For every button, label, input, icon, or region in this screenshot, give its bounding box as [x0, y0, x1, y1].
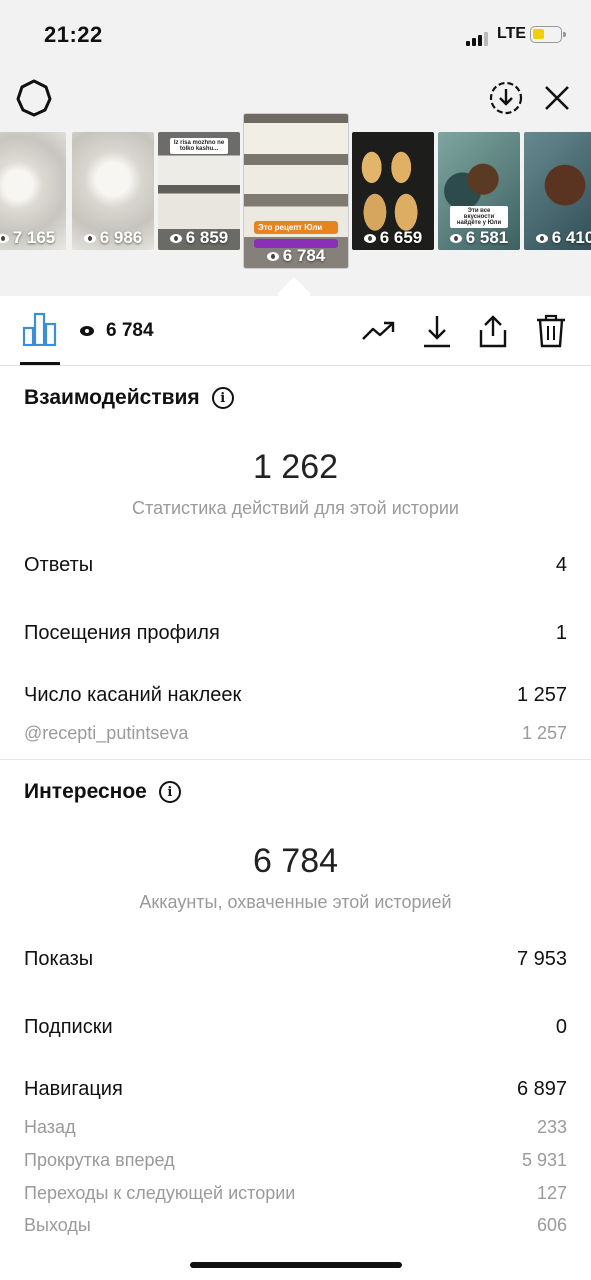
stat-row-sticker-taps: Число касаний наклеек 1 257	[24, 684, 567, 707]
stat-row-follows: Подписки 0	[24, 1016, 567, 1039]
story-preview-area: 21:22 LTE 7 165 6 986 Iz risa mozhno ne …	[0, 0, 591, 296]
story-thumbnail[interactable]: 6 659	[352, 132, 434, 250]
share-button[interactable]	[474, 312, 512, 350]
stat-label: Прокрутка вперед	[24, 1150, 175, 1170]
trash-icon	[537, 314, 565, 348]
story-views: 6 410	[551, 228, 591, 247]
eye-icon	[80, 326, 94, 336]
stat-row-impressions: Показы 7 953	[24, 948, 567, 971]
info-icon[interactable]: i	[211, 387, 234, 409]
status-bar: 21:22 LTE	[0, 22, 591, 52]
download-icon	[424, 316, 450, 348]
interactions-subtitle: Статистика действий для этой истории	[132, 498, 459, 518]
delete-button[interactable]	[532, 312, 570, 350]
stories-strip[interactable]: 7 165 6 986 Iz risa mozhno ne tolko kash…	[0, 104, 591, 274]
story-thumbnail-selected[interactable]: Это рецепт Юли 6 784	[244, 114, 348, 268]
discovery-title-text: Интересное	[24, 780, 147, 803]
bar-chart-icon	[22, 312, 57, 347]
eye-icon	[449, 233, 462, 243]
story-views: 6 859	[185, 228, 229, 247]
stat-value: 1 257	[516, 684, 567, 706]
stat-value: 127	[536, 1183, 567, 1203]
stat-value: 1	[555, 622, 567, 644]
active-tab-indicator	[20, 362, 60, 365]
stat-row-replies: Ответы 4	[24, 554, 567, 577]
signal-icon	[466, 32, 492, 46]
stat-label: Посещения профиля	[24, 622, 220, 644]
nav-row-exits: Выходы 606	[24, 1215, 567, 1236]
story-thumbnail[interactable]: 6 410	[524, 132, 591, 250]
eye-icon	[0, 233, 9, 243]
interactions-title: Взаимодействия i	[24, 386, 234, 410]
info-icon[interactable]: i	[158, 781, 181, 803]
eye-icon	[535, 233, 548, 243]
download-button[interactable]	[418, 312, 456, 350]
stat-value: 606	[536, 1215, 567, 1235]
stat-value: 5 931	[521, 1150, 567, 1170]
discovery-subtitle: Аккаунты, охваченные этой историей	[139, 892, 452, 912]
stat-value: 0	[555, 1016, 567, 1038]
stat-value: 7 953	[516, 948, 567, 970]
story-thumbnail[interactable]: 6 986	[72, 132, 154, 250]
stat-value: 1 257	[521, 723, 567, 743]
nav-row-next-story: Переходы к следующей истории 127	[24, 1183, 567, 1204]
toolbar-views: 6 784	[80, 320, 154, 342]
story-tag: Это рецепт Юли	[254, 221, 338, 234]
eye-icon	[169, 233, 182, 243]
stat-value: 4	[555, 554, 567, 576]
interactions-title-text: Взаимодействия	[24, 386, 200, 409]
story-views: 7 165	[12, 228, 56, 247]
nav-row-back: Назад 233	[24, 1117, 567, 1138]
toolbar-views-count: 6 784	[106, 320, 154, 341]
stat-label: Показы	[24, 948, 94, 970]
story-caption: Эти все вкусности найдёте у Юли	[450, 206, 508, 228]
battery-icon	[530, 26, 566, 43]
story-thumbnail[interactable]: 7 165	[0, 132, 66, 250]
eye-icon	[83, 233, 96, 243]
nav-row-forward: Прокрутка вперед 5 931	[24, 1150, 567, 1171]
stat-label: @recepti_putintseva	[24, 723, 189, 743]
stat-label: Назад	[24, 1117, 76, 1137]
eye-icon	[266, 251, 279, 261]
promote-button[interactable]	[360, 312, 398, 350]
stat-label: Навигация	[24, 1078, 123, 1100]
discovery-total: 6 784	[252, 842, 339, 880]
story-views: 6 986	[99, 228, 143, 247]
insights-toolbar: 6 784	[0, 296, 591, 366]
stat-label: Подписки	[24, 1016, 113, 1038]
stat-label: Ответы	[24, 554, 94, 576]
story-views: 6 581	[465, 228, 509, 247]
insights-tab[interactable]	[22, 312, 58, 347]
status-time: 21:22	[44, 22, 103, 47]
stat-value: 6 897	[516, 1078, 567, 1100]
interactions-total: 1 262	[252, 448, 339, 486]
story-views: 6 659	[379, 228, 423, 247]
story-thumbnail[interactable]: Iz risa mozhno ne tolko kashu... 6 859	[158, 132, 240, 250]
stat-label: Выходы	[24, 1215, 91, 1235]
stat-value: 233	[536, 1117, 567, 1137]
section-divider	[0, 759, 591, 760]
home-indicator	[190, 1262, 402, 1268]
trending-up-icon	[362, 321, 395, 340]
stat-label: Число касаний наклеек	[24, 684, 242, 706]
discovery-title: Интересное i	[24, 780, 181, 804]
share-icon	[479, 315, 507, 348]
story-views: 6 784	[282, 246, 326, 265]
stat-label: Переходы к следующей истории	[24, 1183, 296, 1203]
stat-row-navigation: Навигация 6 897	[24, 1078, 567, 1101]
network-label: LTE	[497, 25, 527, 42]
stat-row-sticker-mention: @recepti_putintseva 1 257	[24, 723, 567, 744]
story-caption: Iz risa mozhno ne tolko kashu...	[170, 138, 228, 154]
story-thumbnail[interactable]: Эти все вкусности найдёте у Юли 6 581	[438, 132, 520, 250]
stat-row-profile-visits: Посещения профиля 1	[24, 622, 567, 645]
eye-icon	[363, 233, 376, 243]
